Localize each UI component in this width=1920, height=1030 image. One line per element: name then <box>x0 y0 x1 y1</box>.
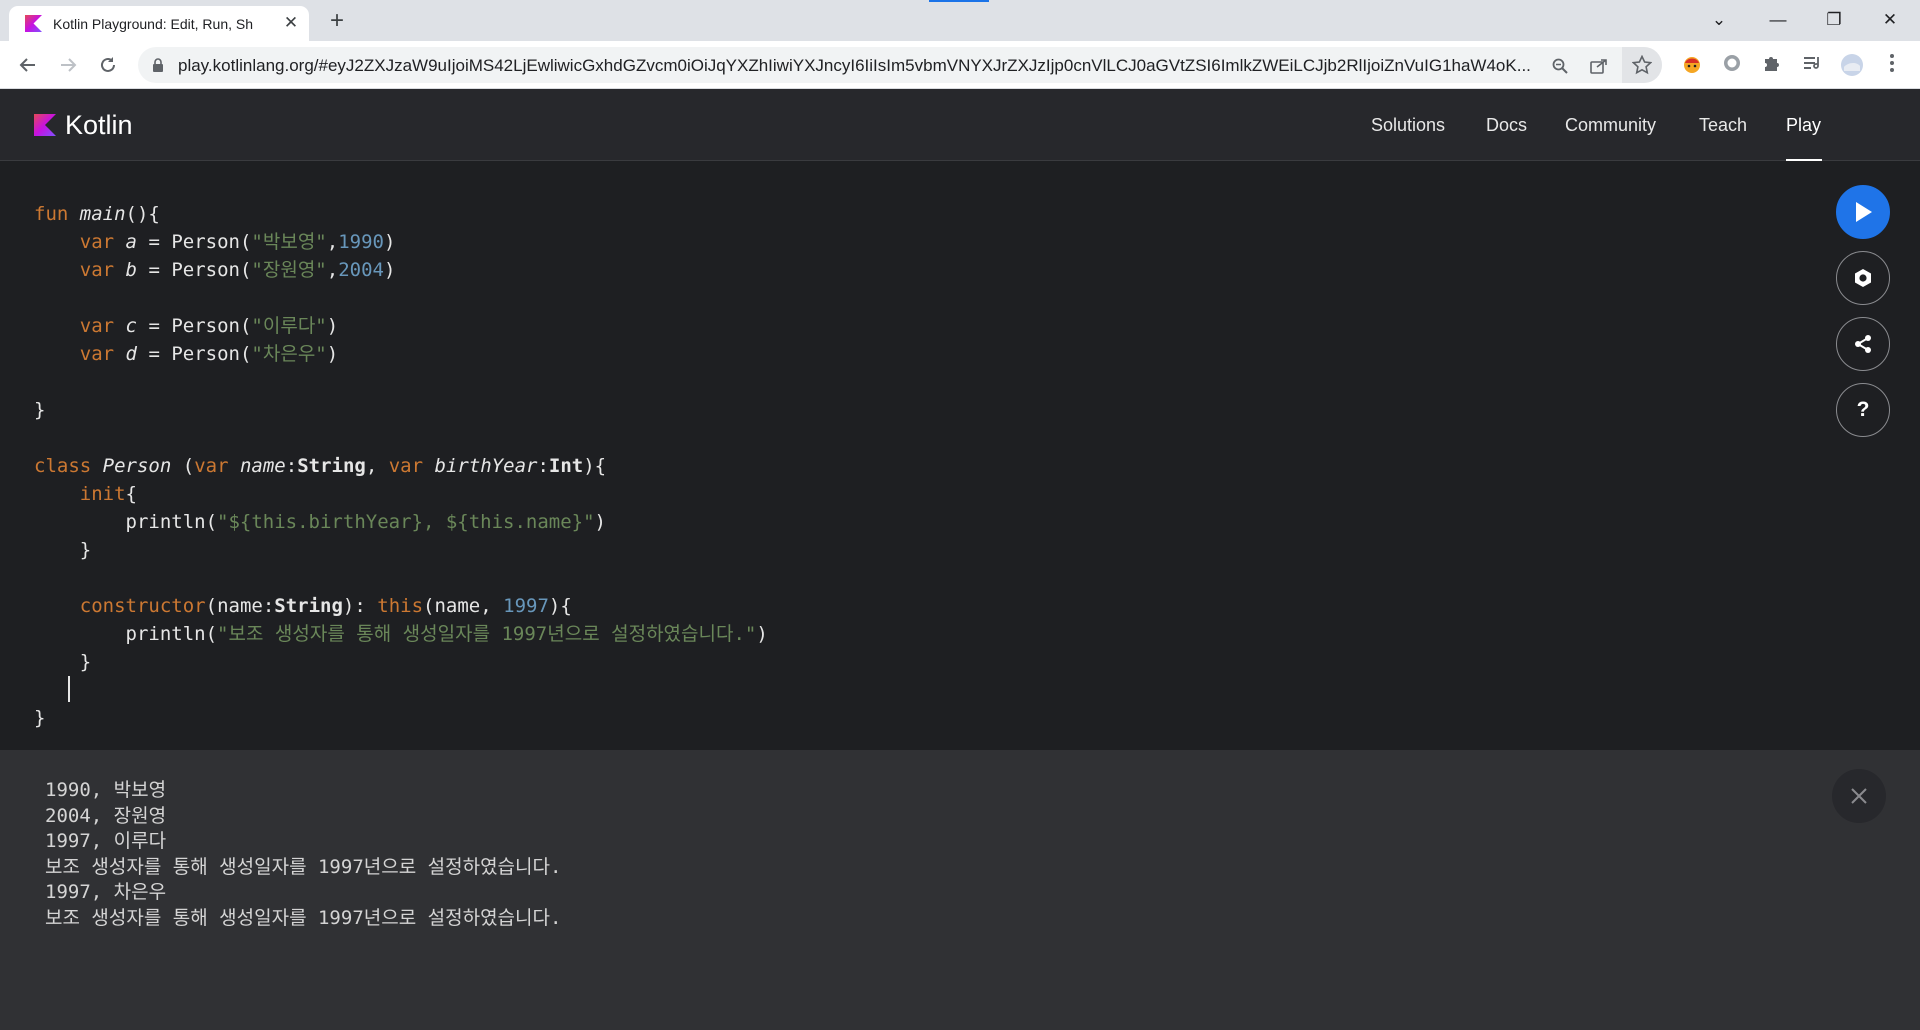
zoom-icon[interactable] <box>1548 54 1572 78</box>
extension-avatar-icon[interactable] <box>1680 53 1704 77</box>
star-icon <box>1632 55 1652 75</box>
output-panel: 1990, 박보영 2004, 장원영 1997, 이루다 보조 생성자를 통해… <box>0 750 1920 1030</box>
profile-avatar[interactable] <box>1840 53 1864 77</box>
share-icon <box>1855 335 1871 353</box>
tab-loading-indicator <box>929 0 989 2</box>
back-arrow-icon[interactable] <box>14 51 42 79</box>
tab-search-icon[interactable]: ⌄ <box>1702 6 1736 34</box>
kotlin-home-link[interactable]: Kotlin <box>34 109 133 141</box>
share-page-icon[interactable] <box>1587 54 1611 78</box>
restore-button[interactable]: ❐ <box>1817 6 1851 34</box>
nav-docs[interactable]: Docs <box>1486 89 1527 161</box>
tab-close-icon[interactable]: ✕ <box>281 13 301 33</box>
new-tab-button[interactable]: + <box>324 9 350 35</box>
close-output-button[interactable] <box>1832 769 1886 823</box>
share-button[interactable] <box>1836 317 1890 371</box>
minimize-button[interactable]: — <box>1761 6 1795 34</box>
extensions-puzzle-icon[interactable] <box>1760 53 1784 77</box>
console-output: 1990, 박보영 2004, 장원영 1997, 이루다 보조 생성자를 통해… <box>45 779 562 929</box>
window-close-button[interactable]: ✕ <box>1873 6 1907 34</box>
text-cursor <box>68 676 71 702</box>
help-icon: ? <box>1856 398 1870 421</box>
nav-solutions[interactable]: Solutions <box>1371 89 1445 161</box>
site-header: Kotlin Solutions Docs Community Teach Pl… <box>0 89 1920 161</box>
address-bar[interactable]: play.kotlinlang.org/#eyJ2ZXJzaW9uIjoiMS4… <box>138 47 1662 83</box>
settings-button[interactable] <box>1836 251 1890 305</box>
kotlin-favicon-icon <box>25 15 42 32</box>
code-editor[interactable]: fun main(){ var a = Person("박보영",1990) v… <box>0 161 1920 750</box>
browser-tab-strip: Kotlin Playground: Edit, Run, Sh ✕ + ⌄ —… <box>0 0 1920 41</box>
gear-icon <box>1855 269 1871 287</box>
browser-tab[interactable]: Kotlin Playground: Edit, Run, Sh ✕ <box>9 6 309 41</box>
reload-icon[interactable] <box>94 51 122 79</box>
tab-title: Kotlin Playground: Edit, Run, Sh <box>53 16 254 32</box>
nav-community[interactable]: Community <box>1565 89 1656 161</box>
reading-list-icon[interactable] <box>1800 53 1824 77</box>
url-text[interactable]: play.kotlinlang.org/#eyJ2ZXJzaW9uIjoiMS4… <box>178 56 1568 76</box>
kotlin-logo-icon <box>34 114 56 136</box>
run-button[interactable] <box>1836 185 1890 239</box>
extension-circle-icon[interactable] <box>1720 53 1744 77</box>
code-content[interactable]: fun main(){ var a = Person("박보영",1990) v… <box>34 200 768 732</box>
lock-icon[interactable] <box>152 58 164 72</box>
bookmark-star-button[interactable] <box>1622 47 1662 83</box>
brand-name: Kotlin <box>65 109 133 140</box>
browser-toolbar: play.kotlinlang.org/#eyJ2ZXJzaW9uIjoiMS4… <box>0 41 1920 89</box>
forward-arrow-icon[interactable] <box>54 51 82 79</box>
nav-play[interactable]: Play <box>1786 89 1821 161</box>
nav-teach[interactable]: Teach <box>1699 89 1747 161</box>
close-icon <box>1851 788 1867 804</box>
browser-menu-icon[interactable] <box>1880 53 1904 77</box>
run-icon <box>1856 202 1872 222</box>
help-button[interactable]: ? <box>1836 383 1890 437</box>
